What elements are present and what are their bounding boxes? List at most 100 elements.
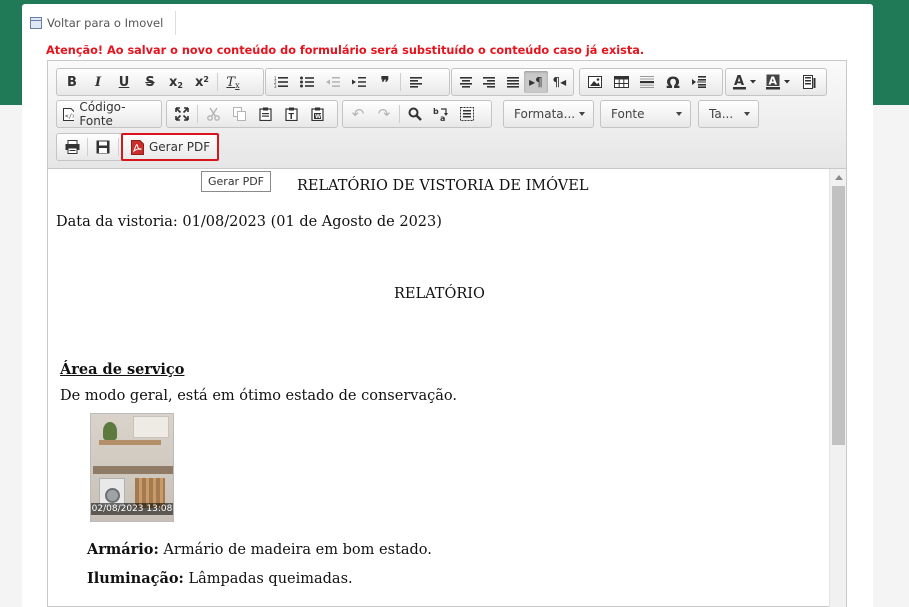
table-icon[interactable] [608, 71, 634, 93]
superscript-icon[interactable]: x2 [189, 71, 215, 93]
photo-washer-door [105, 488, 120, 503]
show-blocks-icon[interactable] [796, 71, 822, 93]
separator [118, 138, 119, 156]
copy-icon[interactable] [226, 103, 252, 125]
separator [399, 105, 400, 123]
svg-text:W: W [315, 114, 321, 120]
pdf-button-highlight [121, 133, 219, 161]
redo-icon[interactable]: ↷ [371, 103, 397, 125]
print-icon[interactable] [59, 136, 85, 158]
save-icon[interactable] [90, 136, 116, 158]
svg-text:T: T [288, 112, 294, 121]
item-cabinet: Armário: Armário de madeira em bom estad… [87, 541, 432, 558]
source-group: </> Código-Fonte [56, 100, 162, 128]
horizontal-line-icon[interactable] [634, 71, 660, 93]
colors-group: A A [725, 68, 827, 96]
svg-text:3: 3 [274, 84, 277, 88]
editor-toolbar: B I U S x2 x2 Tx 123 ❞ ▸¶ ¶◂ Ω A A </> C… [48, 61, 846, 169]
numbered-list-icon[interactable]: 123 [268, 71, 294, 93]
cut-icon[interactable] [200, 103, 226, 125]
remove-format-icon[interactable]: Tx [220, 71, 246, 93]
paste-word-icon[interactable]: W [304, 103, 330, 125]
subscript-icon[interactable]: x2 [163, 71, 189, 93]
svg-text:A: A [769, 75, 778, 88]
background-color-icon[interactable]: A [762, 71, 796, 93]
area-summary: De modo geral, está em ótimo estado de c… [60, 388, 457, 404]
paragraph-group: 123 ❞ [265, 68, 450, 96]
photo-cabinet [133, 416, 169, 438]
font-dropdown[interactable]: Fonte [600, 100, 691, 128]
svg-text:A: A [734, 74, 744, 89]
justify-icon[interactable] [501, 71, 524, 93]
rtl-icon[interactable]: ¶◂ [548, 71, 571, 93]
area-title: Área de serviço [60, 361, 185, 378]
font-dropdown-label: Fonte [611, 107, 645, 121]
size-dropdown-label: Ta... [709, 107, 734, 121]
format-dropdown[interactable]: Formata... [503, 100, 594, 128]
format-dropdown-label: Formata... [514, 107, 576, 121]
section-title: RELATÓRIO [394, 286, 485, 302]
size-dropdown[interactable]: Ta... [698, 100, 759, 128]
ltr-icon[interactable]: ▸¶ [524, 71, 548, 93]
paste-icon[interactable] [252, 103, 278, 125]
replace-icon[interactable]: ba [428, 103, 454, 125]
document-icon [30, 17, 42, 29]
separator [217, 73, 218, 91]
inspection-date: Data da vistoria: 01/08/2023 (01 de Agos… [56, 214, 442, 230]
special-char-icon[interactable]: Ω [660, 71, 686, 93]
strike-icon[interactable]: S [137, 71, 163, 93]
warning-message: Atenção! Ao salvar o novo conteúdo do fo… [46, 44, 645, 57]
outdent-icon[interactable] [320, 71, 346, 93]
item-lighting-text: Lâmpadas queimadas. [183, 571, 353, 587]
alignment-group: ▸¶ ¶◂ [451, 68, 574, 96]
photo-counter [93, 466, 173, 474]
scroll-up-arrow-icon[interactable] [835, 175, 843, 180]
editor-content[interactable]: RELATÓRIO DE VISTORIA DE IMÓVEL Data da … [48, 169, 828, 607]
underline-icon[interactable]: U [111, 71, 137, 93]
maximize-icon[interactable] [169, 103, 195, 125]
insert-group: Ω [579, 68, 723, 96]
photo-timestamp: 02/08/2023 13:08 [91, 503, 173, 515]
rich-text-editor: B I U S x2 x2 Tx 123 ❞ ▸¶ ¶◂ Ω A A </> C… [47, 60, 847, 607]
undo-icon[interactable]: ↶ [345, 103, 371, 125]
report-title: RELATÓRIO DE VISTORIA DE IMÓVEL [297, 178, 589, 194]
photo-plant [103, 422, 117, 440]
paste-text-icon[interactable]: T [278, 103, 304, 125]
blockquote-icon[interactable]: ❞ [372, 71, 398, 93]
item-lighting: Iluminação: Lâmpadas queimadas. [87, 570, 353, 587]
pdf-tooltip: Gerar PDF [201, 171, 272, 192]
editor-scrollbar[interactable] [829, 169, 846, 607]
bulleted-list-icon[interactable] [294, 71, 320, 93]
separator [87, 138, 88, 156]
italic-icon[interactable]: I [85, 71, 111, 93]
chevron-down-icon [744, 112, 750, 116]
back-link-label: Voltar para o Imovel [47, 16, 164, 30]
image-icon[interactable] [582, 71, 608, 93]
history-find-group: ↶ ↷ ba [342, 100, 492, 128]
svg-text:a: a [440, 114, 445, 122]
item-lighting-label: Iluminação: [87, 570, 184, 587]
separator [400, 73, 401, 91]
basic-styles-group: B I U S x2 x2 Tx [56, 68, 264, 96]
page-break-icon[interactable] [686, 71, 712, 93]
svg-text:</>: </> [65, 113, 74, 120]
select-all-icon[interactable] [454, 103, 480, 125]
back-to-property-link[interactable]: Voltar para o Imovel [30, 11, 177, 35]
bold-icon[interactable]: B [59, 71, 85, 93]
photo-shelf [99, 440, 161, 445]
chevron-down-icon [579, 112, 585, 116]
scroll-thumb[interactable] [832, 186, 845, 445]
indent-icon[interactable] [346, 71, 372, 93]
item-cabinet-text: Armário de madeira em bom estado. [158, 542, 432, 558]
source-button-label: Código-Fonte [79, 100, 126, 128]
laundry-photo[interactable]: 02/08/2023 13:08 [90, 413, 174, 522]
align-center-icon[interactable] [454, 71, 477, 93]
text-color-icon[interactable]: A [728, 71, 762, 93]
find-icon[interactable] [402, 103, 428, 125]
chevron-down-icon [676, 112, 682, 116]
align-left-icon[interactable] [403, 71, 429, 93]
align-right-icon[interactable] [477, 71, 500, 93]
svg-text:b: b [433, 107, 439, 116]
clipboard-group: T W [166, 100, 338, 128]
source-button[interactable]: </> Código-Fonte [59, 100, 159, 128]
